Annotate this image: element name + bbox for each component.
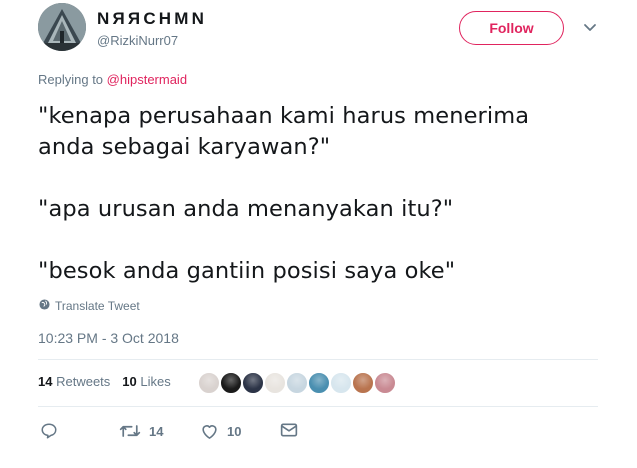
liker-avatar[interactable] <box>329 371 353 395</box>
tweet-line: "besok anda gantiin posisi saya oke" <box>38 258 456 284</box>
liker-avatar[interactable] <box>219 371 243 395</box>
replying-prefix: Replying to <box>38 72 107 87</box>
tweet-stats: 14 Retweets 10 Likes <box>38 374 171 389</box>
liker-avatar[interactable] <box>351 371 375 395</box>
retweet-count: 14 <box>149 423 164 439</box>
direct-message-button[interactable] <box>280 422 298 438</box>
reply-button[interactable] <box>40 422 66 440</box>
liker-avatar[interactable] <box>373 371 397 395</box>
retweet-icon <box>119 425 141 437</box>
retweet-button[interactable]: 14 <box>119 422 163 440</box>
chevron-down-icon[interactable] <box>583 21 597 35</box>
envelope-icon <box>280 423 298 437</box>
tweet-line: "kenapa perusahaan kami harus menerima <box>38 103 530 129</box>
retweets-count: 14 <box>38 374 53 389</box>
follow-button[interactable]: Follow <box>459 11 564 45</box>
like-button[interactable]: 10 <box>200 422 241 440</box>
liker-avatar[interactable] <box>285 371 309 395</box>
liker-avatar[interactable] <box>263 371 287 395</box>
author-screen-name[interactable]: @RizkiNurr07 <box>97 33 178 48</box>
globe-icon <box>39 299 50 313</box>
heart-icon <box>202 425 217 439</box>
like-count: 10 <box>227 423 242 439</box>
divider <box>38 406 598 407</box>
likes-count: 10 <box>122 374 137 389</box>
tweet-line: "apa urusan anda menanyakan itu?" <box>38 196 454 222</box>
liker-avatars <box>197 371 397 395</box>
likes-label: Likes <box>140 374 171 389</box>
tweet-line: anda sebagai karyawan?" <box>38 134 331 160</box>
likes-stat[interactable]: 10 Likes <box>122 374 170 389</box>
tweet-text: "kenapa perusahaan kami harus menerima a… <box>38 101 608 287</box>
translate-tweet-link[interactable]: Translate Tweet <box>39 299 140 313</box>
retweets-label: Retweets <box>56 374 111 389</box>
divider <box>38 359 598 360</box>
reply-icon <box>41 423 57 439</box>
liker-avatar[interactable] <box>241 371 265 395</box>
liker-avatar[interactable] <box>197 371 221 395</box>
tweet-timestamp[interactable]: 10:23 PM - 3 Oct 2018 <box>38 330 179 346</box>
author-avatar[interactable] <box>38 3 86 51</box>
translate-label: Translate Tweet <box>55 299 140 313</box>
replying-to: Replying to @hipstermaid <box>38 72 187 87</box>
liker-avatar[interactable] <box>307 371 331 395</box>
retweets-stat[interactable]: 14 Retweets <box>38 374 110 389</box>
replying-handle-link[interactable]: @hipstermaid <box>107 72 187 87</box>
author-display-name[interactable]: NЯЯCHMN <box>97 9 207 29</box>
